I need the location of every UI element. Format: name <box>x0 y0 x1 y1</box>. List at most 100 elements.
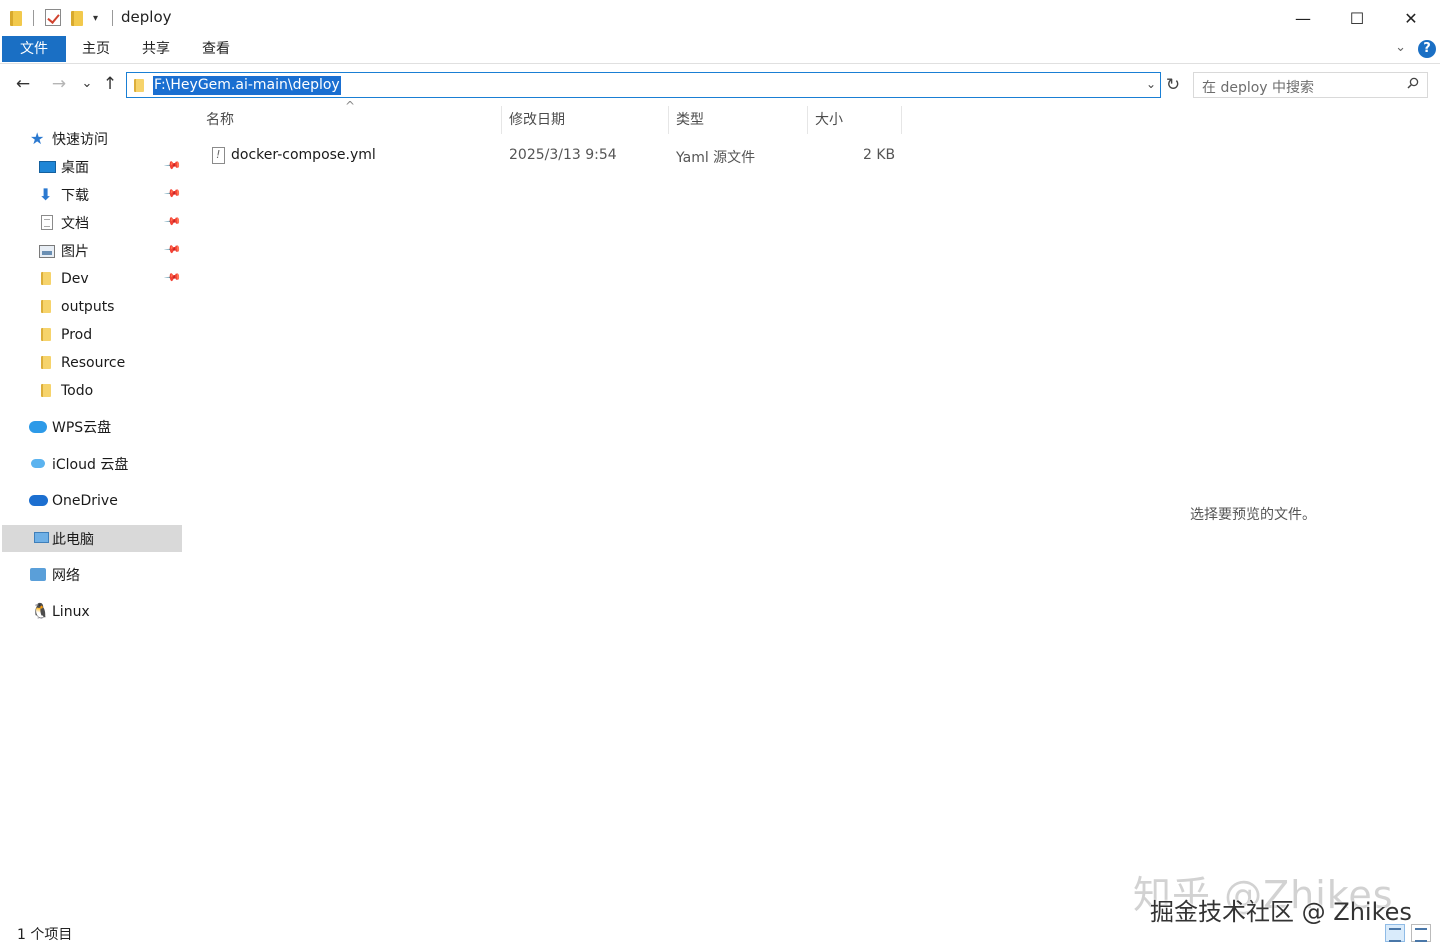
sidebar-item-wps-cloud[interactable]: WPS云盘 <box>0 414 182 440</box>
recent-locations-button[interactable]: ⌄ <box>76 72 98 96</box>
tab-share[interactable]: 共享 <box>136 36 176 62</box>
sidebar-item-label: 快速访问 <box>52 132 108 148</box>
address-dropdown-icon[interactable]: ⌄ <box>1146 77 1156 91</box>
sidebar-item-linux[interactable]: 🐧 Linux <box>0 599 182 625</box>
help-icon[interactable]: ? <box>1418 40 1436 58</box>
sidebar-item-label: Resource <box>61 355 126 371</box>
sidebar-item-desktop[interactable]: 桌面 📌 <box>0 154 182 180</box>
back-button[interactable]: ← <box>12 72 34 96</box>
up-button[interactable]: ↑ <box>99 72 121 96</box>
address-bar[interactable]: F:\HeyGem.ai-main\deploy ⌄ <box>126 72 1161 98</box>
status-bar: 1 个项目 <box>0 918 1440 947</box>
sidebar-item-label: Linux <box>52 604 90 620</box>
column-header-size[interactable]: 大小 <box>815 104 901 136</box>
maximize-button[interactable]: ☐ <box>1330 0 1384 36</box>
folder-icon[interactable] <box>10 9 22 27</box>
close-button[interactable]: ✕ <box>1384 0 1438 36</box>
search-placeholder: 在 deploy 中搜索 <box>1202 80 1315 96</box>
pin-icon[interactable]: 📌 <box>163 268 182 287</box>
picture-icon <box>39 245 55 258</box>
properties-check-icon[interactable] <box>45 9 61 26</box>
sidebar-item-label: outputs <box>61 299 115 315</box>
folder-icon <box>41 384 51 397</box>
sidebar-item-label: iCloud 云盘 <box>52 457 129 473</box>
address-path[interactable]: F:\HeyGem.ai-main\deploy <box>153 76 341 95</box>
pin-icon[interactable]: 📌 <box>163 156 182 175</box>
customize-dropdown-icon[interactable]: ▾ <box>93 9 98 27</box>
sidebar-item-label: 此电脑 <box>52 531 94 548</box>
sidebar-item-label: OneDrive <box>52 493 118 509</box>
sidebar-item-quick-access[interactable]: ★ 快速访问 <box>0 126 182 152</box>
details-view-icon[interactable] <box>1385 924 1405 942</box>
file-type: Yaml 源文件 <box>676 150 756 166</box>
toolbar-separator <box>33 10 34 26</box>
title-bar: ▾ deploy — ☐ ✕ <box>0 0 1440 36</box>
column-divider[interactable] <box>668 106 669 134</box>
yaml-file-icon <box>212 147 225 164</box>
computer-icon <box>34 532 49 543</box>
pin-icon[interactable]: 📌 <box>163 240 182 259</box>
folder-icon <box>41 300 51 313</box>
navigation-pane: ★ 快速访问 桌面 📌 ⬇ 下载 📌 文档 📌 图片 📌 Dev 📌 outpu… <box>0 104 183 914</box>
minimize-button[interactable]: — <box>1276 0 1330 36</box>
window-title: deploy <box>121 8 172 26</box>
cloud-icon <box>29 421 47 433</box>
folder-icon <box>41 356 51 369</box>
preview-pane-message: 选择要预览的文件。 <box>1190 507 1316 523</box>
star-icon: ★ <box>30 129 45 148</box>
sidebar-item-label: 桌面 <box>61 160 89 176</box>
sidebar-item-network[interactable]: 网络 <box>0 562 182 588</box>
table-row[interactable]: docker-compose.yml 2025/3/13 9:54 Yaml 源… <box>204 142 902 170</box>
large-icons-view-icon[interactable] <box>1411 924 1431 942</box>
icloud-icon <box>31 459 45 468</box>
sidebar-item-label: 图片 <box>61 244 89 260</box>
sidebar-item-downloads[interactable]: ⬇ 下载 📌 <box>0 182 182 208</box>
search-input[interactable]: 在 deploy 中搜索 <box>1193 72 1428 98</box>
network-icon <box>30 568 46 581</box>
sidebar-item-label: Dev <box>61 271 89 287</box>
sidebar-item-prod[interactable]: Prod <box>0 322 182 348</box>
file-size: 2 KB <box>863 147 896 163</box>
pin-icon[interactable]: 📌 <box>163 184 182 203</box>
sidebar-item-onedrive[interactable]: OneDrive <box>0 488 182 514</box>
sidebar-item-pictures[interactable]: 图片 📌 <box>0 238 182 264</box>
refresh-button[interactable]: ↻ <box>1162 72 1184 98</box>
sidebar-item-documents[interactable]: 文档 📌 <box>0 210 182 236</box>
sidebar-item-outputs[interactable]: outputs <box>0 294 182 320</box>
sidebar-item-dev[interactable]: Dev 📌 <box>0 266 182 292</box>
file-modified: 2025/3/13 9:54 <box>509 147 617 163</box>
tab-view[interactable]: 查看 <box>196 36 236 62</box>
sidebar-item-todo[interactable]: Todo <box>0 378 182 404</box>
sidebar-item-resource[interactable]: Resource <box>0 350 182 376</box>
sidebar-item-icloud[interactable]: iCloud 云盘 <box>0 451 182 477</box>
sidebar-item-label: Todo <box>61 383 94 399</box>
toolbar-separator <box>112 10 113 26</box>
column-header-modified[interactable]: 修改日期 <box>509 104 667 136</box>
sidebar-item-label: 下载 <box>61 188 89 204</box>
tab-home[interactable]: 主页 <box>76 36 116 62</box>
tab-file[interactable]: 文件 <box>2 36 66 62</box>
column-divider[interactable] <box>501 106 502 134</box>
column-header-name[interactable]: 名称 <box>206 104 500 136</box>
download-icon: ⬇ <box>39 185 53 204</box>
sidebar-item-label: 网络 <box>52 568 80 584</box>
folder-icon <box>41 328 51 341</box>
ribbon-tabs: 文件 主页 共享 查看 ⌄ ? <box>0 36 1440 64</box>
folder-icon <box>41 272 51 285</box>
chevron-down-icon[interactable]: ⌄ <box>1395 40 1406 55</box>
column-divider[interactable] <box>807 106 808 134</box>
search-icon <box>1407 77 1419 89</box>
column-header-type[interactable]: 类型 <box>676 104 806 136</box>
file-name[interactable]: docker-compose.yml <box>231 147 376 163</box>
sidebar-item-label: WPS云盘 <box>52 420 112 436</box>
item-count: 1 个项目 <box>17 927 73 943</box>
sidebar-item-this-pc[interactable]: 此电脑 <box>2 525 182 552</box>
desktop-icon <box>39 161 56 173</box>
navigation-bar: ← → ⌄ ↑ F:\HeyGem.ai-main\deploy ⌄ ↻ 在 d… <box>0 66 1440 104</box>
sidebar-item-label: 文档 <box>61 216 89 232</box>
column-divider[interactable] <box>901 106 902 134</box>
new-folder-icon[interactable] <box>71 9 83 27</box>
document-icon <box>41 215 53 230</box>
forward-button[interactable]: → <box>48 72 70 96</box>
pin-icon[interactable]: 📌 <box>163 212 182 231</box>
